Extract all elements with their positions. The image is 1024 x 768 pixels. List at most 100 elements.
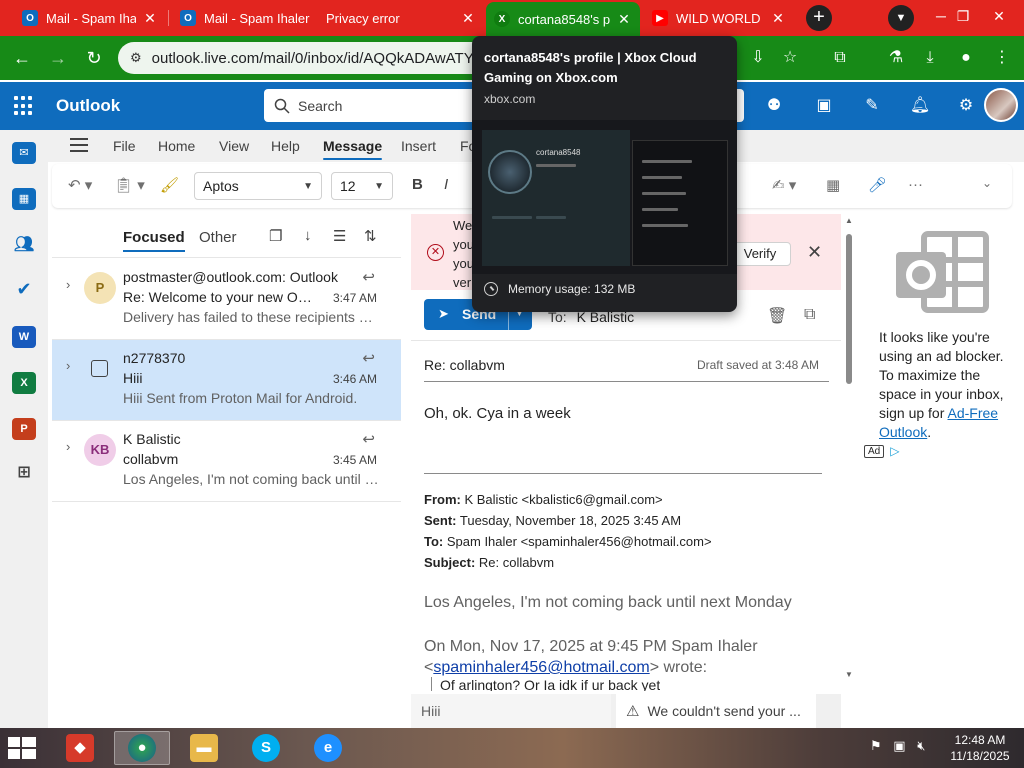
ad-badge[interactable]: Ad ▷ xyxy=(864,444,899,458)
back-button[interactable]: ← xyxy=(10,46,34,70)
subject-field[interactable]: Re: collabvm xyxy=(424,357,505,373)
window-close-button[interactable]: ✕ xyxy=(984,4,1014,28)
tab-insert[interactable]: Insert xyxy=(401,138,436,154)
chevron-right-icon[interactable]: › xyxy=(66,277,70,292)
tab-youtube[interactable]: ▶ WILD WORLD DJ ✕ xyxy=(644,4,794,32)
scroll-up-icon[interactable]: ▲ xyxy=(845,216,853,225)
undo-icon[interactable]: ↶ ▾ xyxy=(68,176,92,194)
outlook-brand[interactable]: Outlook xyxy=(56,96,120,116)
hamburger-icon[interactable] xyxy=(70,138,88,156)
reply-icon[interactable]: ↩ xyxy=(362,430,375,448)
font-size-select[interactable]: 12 ▼ xyxy=(331,172,393,200)
tab-xbox-profile[interactable]: X cortana8548's profile ✕ xyxy=(486,2,640,36)
tab-focused[interactable]: Focused xyxy=(123,229,185,252)
mail-app-icon[interactable]: ✉ xyxy=(12,142,36,164)
bell-icon[interactable]: 🔔︎ xyxy=(908,94,932,118)
styles-icon[interactable]: ✍ ▾ xyxy=(772,176,796,194)
format-painter-icon[interactable]: 🖌︎ xyxy=(160,176,179,194)
browser-app-icon[interactable]: ● xyxy=(114,731,170,765)
compose-scrollbar[interactable]: ▲ ▼ xyxy=(845,216,853,682)
flag-icon[interactable]: ⚑ xyxy=(870,738,882,753)
todo-icon[interactable]: ✎ xyxy=(860,94,884,118)
extensions-icon[interactable]: ⧉ xyxy=(828,46,852,70)
forward-button[interactable]: → xyxy=(46,46,70,70)
app-launcher-icon[interactable] xyxy=(14,96,34,116)
calendar-app-icon[interactable]: ▦ xyxy=(12,188,36,210)
chevron-right-icon[interactable]: › xyxy=(66,439,70,454)
collapse-ribbon-icon[interactable]: ⌄ xyxy=(982,176,992,190)
more-apps-icon[interactable]: ⊞ xyxy=(12,462,36,484)
close-icon[interactable]: ✕ xyxy=(807,242,822,263)
filter-icon[interactable]: ☰ xyxy=(333,227,346,245)
profile-icon[interactable]: ● xyxy=(954,46,978,70)
more-options-icon[interactable]: ··· xyxy=(908,176,923,193)
select-checkbox[interactable] xyxy=(91,360,108,377)
close-icon[interactable]: ✕ xyxy=(770,10,786,27)
gear-icon[interactable]: ⚙ xyxy=(954,94,978,118)
windows-start-icon[interactable] xyxy=(6,734,38,762)
stack-app-icon[interactable]: ◆ xyxy=(52,731,108,765)
select-mode-icon[interactable]: ❐ xyxy=(269,227,282,245)
ie-app-icon[interactable]: e xyxy=(300,731,356,765)
tab-mail-1[interactable]: O Mail - Spam Ihaler ✕ xyxy=(14,4,166,32)
install-app-icon[interactable]: ⇩ xyxy=(746,46,770,70)
paste-icon[interactable]: 📋︎ ▾ xyxy=(114,176,145,194)
tab-file[interactable]: File xyxy=(113,138,136,154)
menu-icon[interactable]: ⋮ xyxy=(990,46,1014,70)
tab-message[interactable]: Message xyxy=(323,138,383,160)
account-avatar[interactable] xyxy=(984,88,1018,122)
folder-app-icon[interactable]: ▬ xyxy=(176,731,232,765)
powerpoint-app-icon[interactable]: P xyxy=(12,418,36,440)
labs-icon[interactable]: ⚗ xyxy=(884,46,908,70)
send-error-notice[interactable]: ⚠ We couldn't send your ... xyxy=(616,694,816,728)
tab-help[interactable]: Help xyxy=(271,138,300,154)
word-icon[interactable]: ▣ xyxy=(812,94,836,118)
people-app-icon[interactable]: 👥︎ xyxy=(12,234,36,256)
message-body[interactable]: Oh, ok. Cya in a week xyxy=(424,405,571,422)
site-info-icon[interactable]: ⚙ xyxy=(130,50,142,66)
reply-icon[interactable]: ↩ xyxy=(362,349,375,367)
jump-to-icon[interactable]: ↓ xyxy=(304,227,312,244)
bold-button[interactable]: B xyxy=(412,176,423,193)
tab-other[interactable]: Other xyxy=(199,229,237,246)
close-icon[interactable]: ✕ xyxy=(616,11,632,28)
word-app-icon[interactable]: W xyxy=(12,326,36,348)
teams-icon[interactable]: ⚉ xyxy=(762,94,786,118)
chevron-right-icon[interactable]: › xyxy=(66,358,70,373)
italic-button[interactable]: I xyxy=(444,176,448,193)
volume-muted-icon[interactable]: 🔇︎ xyxy=(917,738,925,753)
tab-home[interactable]: Home xyxy=(158,138,195,154)
list-item[interactable]: › P postmaster@outlook.com: Outlook ↩ Re… xyxy=(52,259,401,340)
dictate-icon[interactable]: 🎤︎ xyxy=(868,176,887,194)
restore-button[interactable]: ❐ xyxy=(948,4,978,28)
excel-app-icon[interactable]: X xyxy=(12,372,36,394)
bookmark-star-icon[interactable]: ☆ xyxy=(778,46,802,70)
downloads-icon[interactable]: ⤓ xyxy=(918,46,942,70)
network-icon[interactable]: ▣ xyxy=(893,738,905,753)
tab-privacy-error[interactable]: Privacy error ✕ xyxy=(318,4,484,32)
scroll-thumb[interactable] xyxy=(846,234,852,384)
list-item-selected[interactable]: › n2778370 ↩ Hiii 3:46 AM Hiii Sent from… xyxy=(52,340,401,421)
draft-tab[interactable]: Hiii xyxy=(411,694,611,728)
font-family-select[interactable]: Aptos ▼ xyxy=(194,172,322,200)
adchoices-icon[interactable]: ▷ xyxy=(890,444,899,458)
reply-icon[interactable]: ↩ xyxy=(362,268,375,286)
skype-app-icon[interactable]: S xyxy=(238,731,294,765)
pop-out-icon[interactable]: ⧉ xyxy=(804,306,815,324)
table-icon[interactable]: ▦ xyxy=(826,176,840,194)
tab-mail-2[interactable]: O Mail - Spam Ihaler xyxy=(172,4,324,32)
tab-search-button[interactable]: ▼ xyxy=(888,5,914,31)
quoted-email-link[interactable]: spaminhaler456@hotmail.com xyxy=(433,659,649,676)
close-icon[interactable]: ✕ xyxy=(460,10,476,27)
list-item[interactable]: › KB K Balistic ↩ collabvm 3:45 AM Los A… xyxy=(52,421,401,502)
address-bar[interactable]: ⚙ outlook.live.com/mail/0/inbox/id/AQQkA… xyxy=(118,42,518,74)
reload-button[interactable]: ↻ xyxy=(82,46,106,70)
sort-icon[interactable]: ⇅ xyxy=(364,227,377,245)
close-icon[interactable]: ✕ xyxy=(142,10,158,27)
scroll-down-icon[interactable]: ▼ xyxy=(845,670,853,679)
discard-icon[interactable]: 🗑︎ xyxy=(767,306,787,326)
tab-view[interactable]: View xyxy=(219,138,249,154)
taskbar-clock[interactable]: 12:48 AM 11/18/2025 xyxy=(940,732,1020,764)
new-tab-button[interactable]: + xyxy=(806,5,832,31)
verify-button[interactable]: Verify xyxy=(729,242,791,266)
